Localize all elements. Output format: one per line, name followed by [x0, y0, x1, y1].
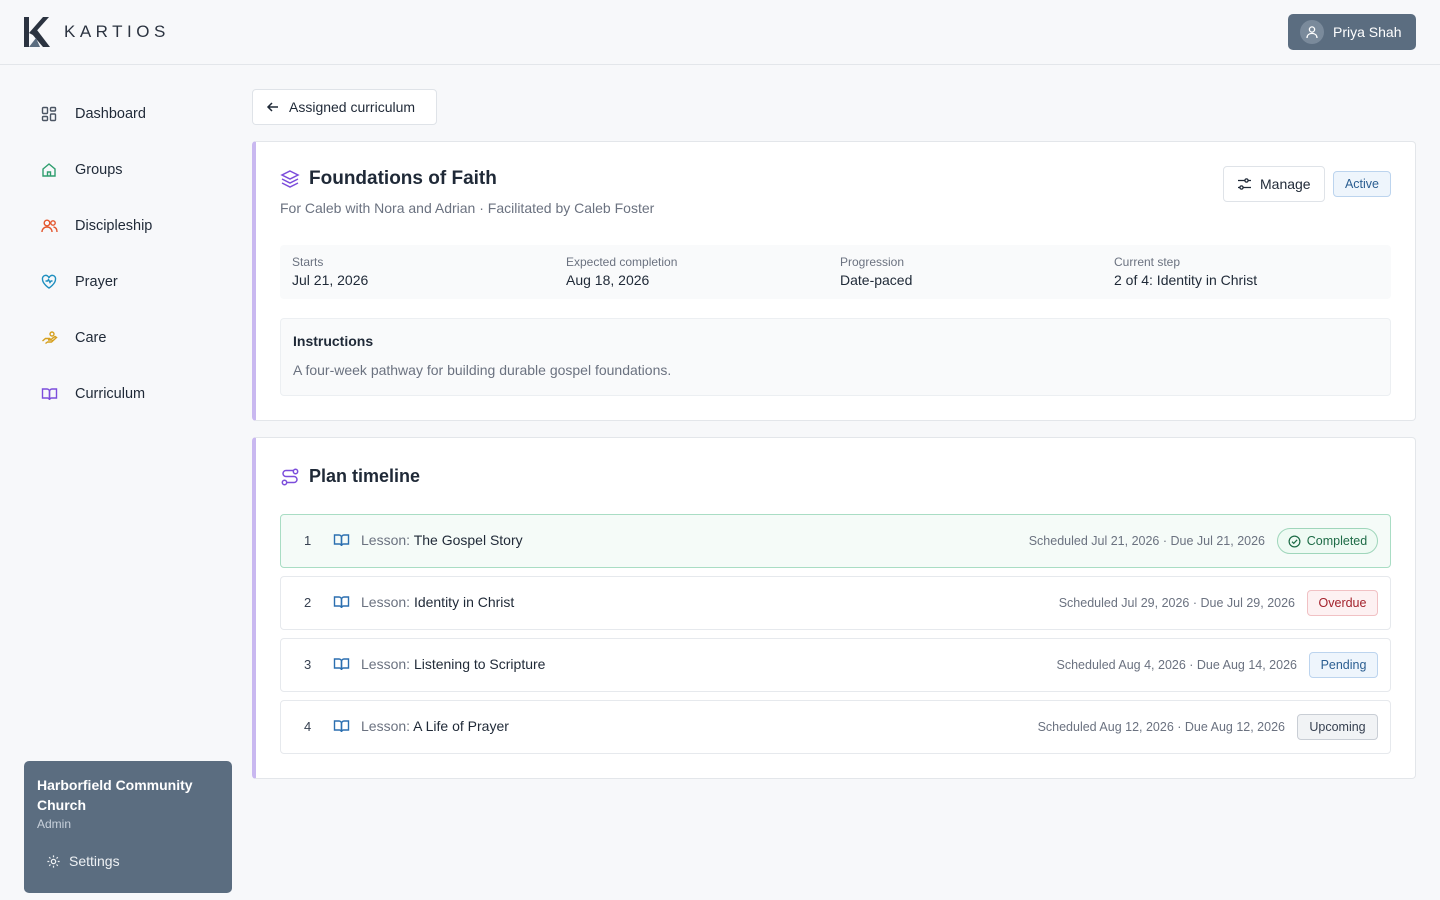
route-icon — [280, 467, 300, 487]
sidebar-item-label: Curriculum — [75, 386, 146, 402]
book-icon — [333, 594, 350, 610]
plan-timeline-card: Plan timeline 1 Lesson: The Gospel Story… — [252, 437, 1416, 779]
heart-icon — [40, 273, 58, 291]
user-menu-button[interactable]: Priya Shah — [1288, 14, 1416, 50]
brand-logo[interactable]: KARTIOS — [24, 17, 170, 47]
sidebar-item-prayer[interactable]: Prayer — [40, 270, 118, 294]
plan-subtitle: For Caleb with Nora and Adrian · Facilit… — [280, 200, 655, 216]
schedule-text: Scheduled Jul 29, 2026 · Due Jul 29, 202… — [1058, 596, 1295, 610]
layers-icon — [280, 169, 300, 189]
user-name: Priya Shah — [1333, 24, 1402, 40]
book-icon — [333, 718, 350, 734]
instructions-body: A four-week pathway for building durable… — [293, 362, 672, 378]
instructions-title: Instructions — [293, 333, 374, 349]
brand-name: KARTIOS — [64, 22, 170, 41]
plan-meta: Starts Jul 21, 2026 Expected completion … — [280, 245, 1391, 299]
instructions-panel: Instructions A four-week pathway for bui… — [280, 318, 1391, 396]
timeline-item[interactable]: 3 Lesson: Listening to Scripture Schedul… — [280, 638, 1391, 692]
timeline-title: Plan timeline — [309, 466, 421, 486]
status-badge-completed: Completed — [1277, 528, 1378, 554]
step-number: 3 — [304, 657, 312, 672]
meta-starts: Starts Jul 21, 2026 — [292, 255, 369, 288]
top-bar: KARTIOS Priya Shah — [0, 0, 1440, 65]
sidebar-item-dashboard[interactable]: Dashboard — [40, 102, 146, 126]
sidebar-item-label: Groups — [75, 162, 123, 178]
book-icon — [333, 532, 350, 548]
plan-details-card: Foundations of Faith For Caleb with Nora… — [252, 141, 1416, 421]
sidebar-item-label: Discipleship — [75, 218, 153, 234]
sidebar-item-label: Dashboard — [75, 106, 146, 122]
status-badge-pending: Pending — [1309, 652, 1378, 678]
gear-icon — [46, 854, 61, 869]
schedule-text: Scheduled Aug 12, 2026 · Due Aug 12, 202… — [1037, 720, 1285, 734]
step-number: 2 — [304, 595, 312, 610]
lesson-title: Lesson: A Life of Prayer — [361, 718, 509, 734]
manage-button[interactable]: Manage — [1223, 166, 1325, 202]
timeline-item[interactable]: 2 Lesson: Identity in Christ Scheduled J… — [280, 576, 1391, 630]
schedule-text: Scheduled Jul 21, 2026 · Due Jul 21, 202… — [1028, 534, 1265, 548]
meta-progression: Progression Date-paced — [840, 255, 913, 288]
timeline-item[interactable]: 4 Lesson: A Life of Prayer Scheduled Aug… — [280, 700, 1391, 754]
back-label: Assigned curriculum — [289, 99, 416, 115]
status-badge: Active — [1333, 171, 1391, 197]
book-icon — [40, 385, 58, 403]
arrow-left-icon — [266, 100, 280, 114]
sidebar: Dashboard Groups Discipleship Prayer Car… — [0, 65, 252, 900]
lesson-title: Lesson: Listening to Scripture — [361, 656, 546, 672]
users-icon — [40, 217, 58, 235]
manage-label: Manage — [1260, 176, 1311, 192]
step-number: 4 — [304, 719, 312, 734]
check-circle-icon — [1288, 535, 1301, 547]
sidebar-item-care[interactable]: Care — [40, 326, 106, 350]
organization-role: Admin — [37, 817, 72, 831]
organization-card: Harborfield Community Church Admin Setti… — [24, 761, 232, 893]
sidebar-item-groups[interactable]: Groups — [40, 158, 123, 182]
book-icon — [333, 656, 350, 672]
sliders-icon — [1237, 177, 1252, 191]
lesson-title: Lesson: Identity in Christ — [361, 594, 515, 610]
back-to-assigned-curriculum-button[interactable]: Assigned curriculum — [252, 89, 437, 125]
home-icon — [40, 161, 58, 179]
hand-icon — [40, 329, 58, 347]
grid-icon — [40, 105, 58, 123]
plan-title: Foundations of Faith — [309, 168, 497, 189]
meta-expected-completion: Expected completion Aug 18, 2026 — [566, 255, 678, 288]
kartios-logo-icon — [24, 17, 50, 47]
sidebar-item-discipleship[interactable]: Discipleship — [40, 214, 152, 238]
organization-name: Harborfield Community Church — [37, 777, 193, 813]
meta-current-step: Current step 2 of 4: Identity in Christ — [1114, 255, 1258, 288]
schedule-text: Scheduled Aug 4, 2026 · Due Aug 14, 2026 — [1056, 658, 1297, 672]
timeline-item[interactable]: 1 Lesson: The Gospel Story Scheduled Jul… — [280, 514, 1391, 568]
status-badge-upcoming: Upcoming — [1297, 714, 1378, 740]
settings-link[interactable]: Settings — [46, 853, 120, 869]
status-badge-overdue: Overdue — [1307, 590, 1378, 616]
sidebar-item-label: Prayer — [75, 274, 118, 290]
settings-label: Settings — [69, 853, 120, 869]
step-number: 1 — [304, 533, 312, 548]
lesson-title: Lesson: The Gospel Story — [361, 532, 523, 548]
sidebar-item-label: Care — [75, 330, 107, 346]
user-avatar-icon — [1300, 20, 1324, 44]
sidebar-item-curriculum[interactable]: Curriculum — [40, 382, 145, 406]
